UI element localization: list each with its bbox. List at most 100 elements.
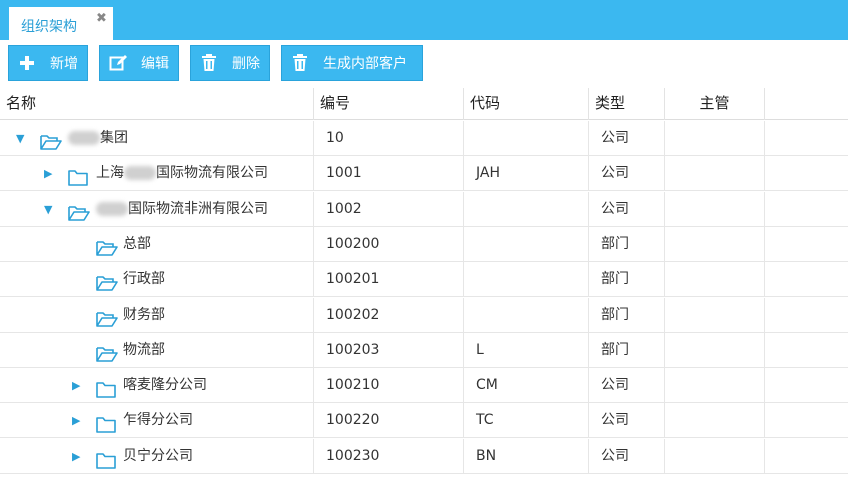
caret-right-icon[interactable]: ▶	[72, 403, 86, 438]
type-cell: 公司	[589, 121, 665, 156]
column-header-type[interactable]: 类型	[589, 88, 665, 120]
manager-cell	[665, 403, 765, 439]
code-cell: 100203	[314, 332, 464, 368]
type-cell: 部门	[589, 262, 665, 298]
type-cell: 公司	[589, 403, 665, 439]
filler-cell	[765, 403, 848, 438]
close-icon[interactable]: ✖	[96, 11, 107, 26]
code-cell: 100230	[314, 438, 464, 474]
code-cell: 1001	[314, 156, 464, 192]
caret-down-icon[interactable]: ▼	[44, 192, 58, 227]
table-row[interactable]: ▶ 上海 国际物流有限公司 1001 JAH 公司	[0, 156, 848, 192]
row-name: 总部	[123, 227, 151, 262]
name-cell: ▶ 喀麦隆分公司	[0, 368, 314, 404]
short-code-cell	[464, 262, 589, 298]
name-cell: 物流部	[0, 332, 314, 368]
generate-internal-customer-button[interactable]: 生成内部客户	[281, 45, 423, 81]
edit-button[interactable]: 编辑	[99, 45, 179, 81]
tab-org-structure[interactable]: 组织架构 ✖	[8, 6, 114, 40]
type-cell: 公司	[589, 156, 665, 192]
code-cell: 100210	[314, 368, 464, 404]
folder-open-icon	[40, 130, 62, 150]
table-row[interactable]: ▼ 集团 10 公司	[0, 121, 848, 156]
row-name-text: 物流部	[123, 341, 165, 358]
short-code-cell: TC	[464, 403, 589, 439]
caret-right-icon[interactable]: ▶	[72, 368, 86, 403]
name-cell: 行政部	[0, 262, 314, 298]
manager-cell	[665, 262, 765, 298]
row-name-text: 国际物流非洲有限公司	[128, 200, 268, 217]
table-row[interactable]: ▶ 贝宁分公司 100230 BN 公司	[0, 438, 848, 474]
type-cell: 公司	[589, 191, 665, 227]
row-name: 财务部	[123, 298, 165, 333]
row-name-text: 总部	[123, 235, 151, 252]
filler-cell	[765, 192, 848, 227]
type-cell: 部门	[589, 332, 665, 368]
code-cell: 100200	[314, 226, 464, 262]
row-name: 物流部	[123, 333, 165, 368]
name-cell: ▼ 国际物流非洲有限公司	[0, 191, 314, 227]
table-row[interactable]: ▼ 国际物流非洲有限公司 1002 公司	[0, 191, 848, 227]
table-row[interactable]: 行政部 100201 部门	[0, 262, 848, 298]
table-row[interactable]: ▶ 乍得分公司 100220 TC 公司	[0, 403, 848, 439]
row-name-text: 喀麦隆分公司	[123, 377, 207, 394]
plus-icon	[18, 54, 36, 72]
code-cell: 100201	[314, 262, 464, 298]
table-row[interactable]: 总部 100200 部门	[0, 226, 848, 262]
filler-cell	[765, 262, 848, 297]
delete-label: 删除	[232, 56, 260, 72]
code-cell: 100202	[314, 297, 464, 333]
type-cell: 公司	[589, 368, 665, 404]
name-cell: ▼ 集团	[0, 121, 314, 156]
filler-cell	[765, 156, 848, 191]
folder-icon	[68, 165, 90, 187]
filler-cell	[765, 439, 848, 474]
code-cell: 1002	[314, 191, 464, 227]
add-label: 新增	[50, 56, 78, 72]
manager-cell	[665, 191, 765, 227]
row-name-text: 集团	[100, 130, 128, 146]
table-row[interactable]: ▶ 喀麦隆分公司 100210 CM 公司	[0, 368, 848, 404]
redacted-text	[96, 201, 128, 216]
row-name-text: 财务部	[123, 306, 165, 323]
filler-cell	[765, 333, 848, 368]
add-button[interactable]: 新增	[8, 45, 88, 81]
column-header-manager[interactable]: 主管	[665, 88, 765, 120]
manager-cell	[665, 332, 765, 368]
caret-right-icon[interactable]: ▶	[44, 156, 58, 191]
short-code-cell	[464, 121, 589, 156]
column-header-name[interactable]: 名称	[0, 88, 314, 120]
short-code-cell: JAH	[464, 156, 589, 192]
table-row[interactable]: 财务部 100202 部门	[0, 297, 848, 333]
folder-icon	[96, 448, 118, 469]
row-name: 国际物流非洲有限公司	[96, 192, 268, 227]
filler-cell	[765, 368, 848, 403]
trash-icon	[200, 54, 218, 72]
folder-open-icon	[68, 201, 90, 221]
tab-bar: 组织架构 ✖	[0, 0, 848, 40]
manager-cell	[665, 121, 765, 156]
short-code-cell: L	[464, 332, 589, 368]
table-row[interactable]: 物流部 100203 L 部门	[0, 332, 848, 368]
edit-label: 编辑	[141, 56, 169, 72]
name-cell: ▶ 乍得分公司	[0, 403, 314, 439]
name-cell: 财务部	[0, 297, 314, 333]
column-header-short[interactable]: 代码	[464, 88, 589, 120]
type-cell: 部门	[589, 226, 665, 262]
redacted-text	[68, 131, 100, 145]
folder-open-icon	[96, 236, 118, 256]
name-cell: 总部	[0, 226, 314, 262]
type-cell: 公司	[589, 438, 665, 474]
caret-down-icon[interactable]: ▼	[16, 121, 30, 156]
redacted-text	[124, 166, 156, 181]
row-name: 行政部	[123, 262, 165, 297]
caret-right-icon[interactable]: ▶	[72, 439, 86, 474]
manager-cell	[665, 438, 765, 474]
row-name-text: 国际物流有限公司	[156, 165, 268, 182]
edit-icon	[109, 54, 127, 72]
delete-button[interactable]: 删除	[190, 45, 270, 81]
column-header-code[interactable]: 编号	[314, 88, 464, 120]
manager-cell	[665, 226, 765, 262]
folder-open-icon	[96, 307, 118, 327]
column-header-filler	[765, 88, 848, 120]
